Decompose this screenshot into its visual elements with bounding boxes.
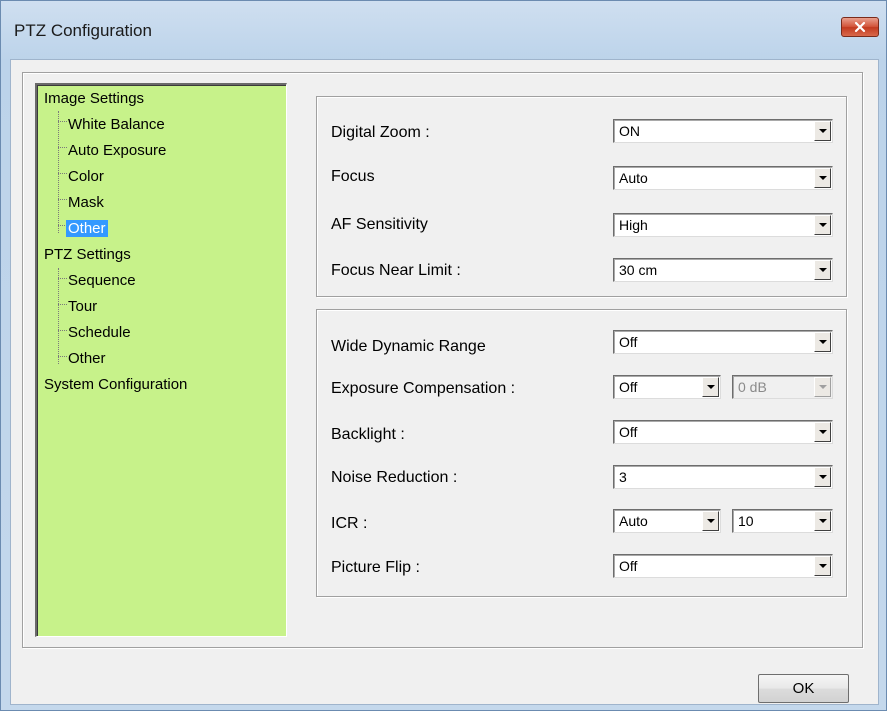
chevron-down-icon [818, 268, 827, 272]
focus-select[interactable]: Auto [613, 166, 833, 190]
tree-item-white-balance[interactable]: White Balance [64, 115, 165, 135]
icr-mode-value: Auto [619, 513, 648, 529]
tree-connector-line [58, 111, 59, 233]
exposure-compensation-level-value: 0 dB [738, 379, 767, 395]
icr-level-select[interactable]: 10 [732, 509, 833, 533]
picture-flip-value: Off [619, 558, 638, 574]
chevron-down-icon [818, 176, 827, 180]
noise-reduction-value: 3 [619, 469, 627, 485]
chevron-down-icon [818, 340, 827, 344]
backlight-label: Backlight : [331, 426, 405, 443]
dropdown-button[interactable] [814, 260, 831, 280]
focus-near-limit-label: Focus Near Limit : [331, 262, 461, 279]
tree-item-color[interactable]: Color [64, 167, 104, 187]
exposure-compensation-value: Off [619, 379, 638, 395]
focus-value: Auto [619, 170, 648, 186]
close-icon [854, 21, 866, 33]
dropdown-button[interactable] [814, 511, 831, 531]
digital-zoom-value: ON [619, 123, 640, 139]
focus-label: Focus [331, 168, 375, 185]
tree-item-sequence[interactable]: Sequence [64, 271, 136, 291]
chevron-down-icon [818, 564, 827, 568]
chevron-down-icon [818, 430, 827, 434]
dropdown-button[interactable] [814, 467, 831, 487]
noise-reduction-select[interactable]: 3 [613, 465, 833, 489]
dropdown-button[interactable] [814, 168, 831, 188]
dropdown-button[interactable] [814, 332, 831, 352]
digital-zoom-select[interactable]: ON [613, 119, 833, 143]
chevron-down-icon [818, 129, 827, 133]
tree-item-system-configuration[interactable]: System Configuration [44, 375, 187, 395]
picture-flip-label: Picture Flip : [331, 559, 420, 576]
window-title: PTZ Configuration [14, 21, 152, 40]
chevron-down-icon [818, 519, 827, 523]
title-bar[interactable]: PTZ Configuration [1, 1, 886, 59]
focus-near-limit-select[interactable]: 30 cm [613, 258, 833, 282]
dropdown-button[interactable] [702, 377, 719, 397]
af-sensitivity-select[interactable]: High [613, 213, 833, 237]
chevron-down-icon [818, 385, 827, 389]
close-button[interactable] [841, 17, 879, 37]
tree-item-mask[interactable]: Mask [64, 193, 104, 213]
noise-reduction-label: Noise Reduction : [331, 469, 458, 486]
wdr-label: Wide Dynamic Range [331, 338, 486, 355]
dropdown-button [814, 377, 831, 397]
dropdown-button[interactable] [814, 121, 831, 141]
tree-item-auto-exposure[interactable]: Auto Exposure [64, 141, 166, 161]
icr-label: ICR : [331, 515, 368, 532]
tree-item-tour[interactable]: Tour [64, 297, 97, 317]
dropdown-button[interactable] [814, 556, 831, 576]
ok-button[interactable]: OK [758, 674, 849, 703]
exposure-compensation-label: Exposure Compensation : [331, 380, 516, 397]
exposure-compensation-select[interactable]: Off [613, 375, 721, 399]
digital-zoom-label: Digital Zoom : [331, 124, 430, 141]
chevron-down-icon [706, 519, 715, 523]
backlight-value: Off [619, 424, 638, 440]
dropdown-button[interactable] [814, 422, 831, 442]
tree-item-ptz-settings[interactable]: PTZ Settings [44, 245, 131, 265]
ptz-configuration-window: PTZ Configuration Image Settings White B… [0, 0, 887, 711]
dropdown-button[interactable] [814, 215, 831, 235]
backlight-select[interactable]: Off [613, 420, 833, 444]
tree-item-schedule[interactable]: Schedule [64, 323, 131, 343]
dropdown-button[interactable] [702, 511, 719, 531]
chevron-down-icon [818, 475, 827, 479]
tree-item-ptz-other[interactable]: Other [64, 349, 106, 369]
chevron-down-icon [818, 223, 827, 227]
settings-tree[interactable]: Image Settings White Balance Auto Exposu… [35, 83, 287, 637]
wdr-select[interactable]: Off [613, 330, 833, 354]
chevron-down-icon [706, 385, 715, 389]
icr-mode-select[interactable]: Auto [613, 509, 721, 533]
af-sensitivity-value: High [619, 217, 648, 233]
focus-near-limit-value: 30 cm [619, 262, 658, 278]
tree-connector-line [58, 268, 59, 364]
af-sensitivity-label: AF Sensitivity [331, 216, 428, 233]
exposure-compensation-level-select: 0 dB [732, 375, 833, 399]
wdr-value: Off [619, 334, 638, 350]
tree-item-image-settings[interactable]: Image Settings [44, 89, 144, 109]
icr-level-value: 10 [738, 513, 754, 529]
tree-item-image-other[interactable]: Other [62, 219, 108, 239]
picture-flip-select[interactable]: Off [613, 554, 833, 578]
